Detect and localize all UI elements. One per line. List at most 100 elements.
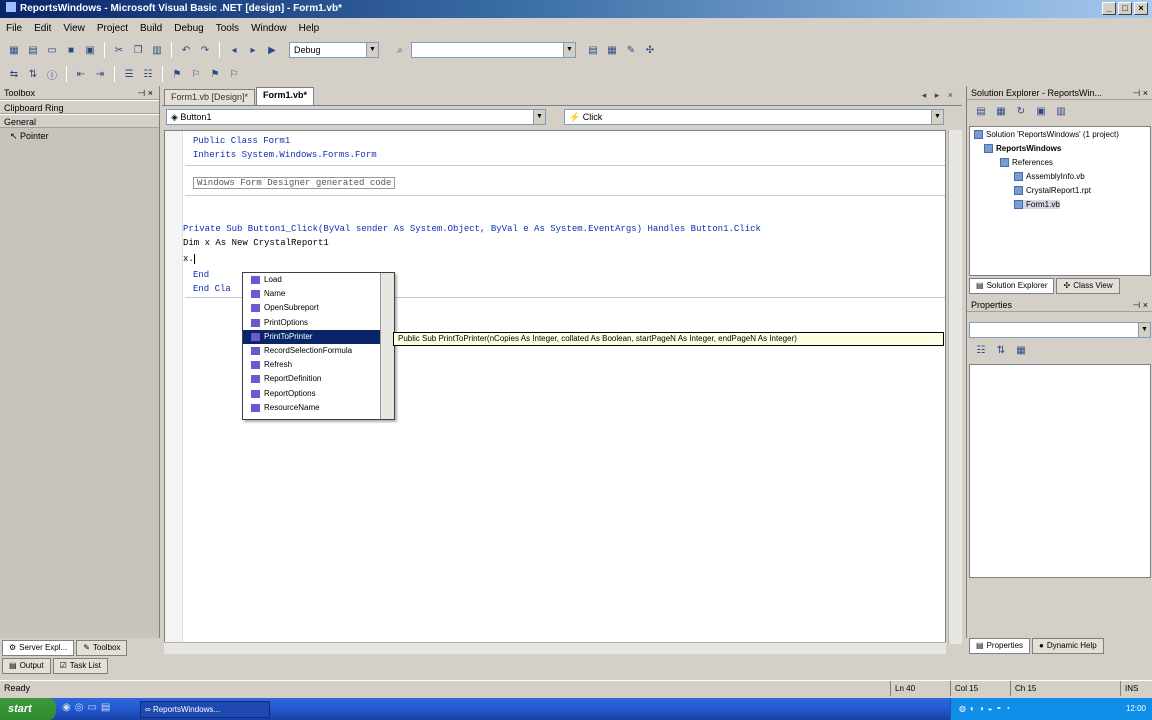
bookmark-next-icon[interactable]: ⚐: [188, 66, 204, 82]
list-members-icon[interactable]: ⇆: [6, 66, 22, 82]
menu-view[interactable]: View: [63, 23, 85, 34]
tree-node-references[interactable]: References: [1000, 158, 1053, 167]
tab-solution-explorer[interactable]: ▤ Solution Explorer: [969, 278, 1055, 294]
categorized-icon[interactable]: ☷: [973, 342, 989, 358]
solution-config-combo[interactable]: Debug ▼: [289, 42, 379, 58]
copy-icon[interactable]: ❐: [130, 42, 146, 58]
toolbox-section-clipboard[interactable]: Clipboard Ring: [0, 100, 159, 114]
list-item-selected[interactable]: PrintToPrinter: [243, 329, 394, 344]
collapsed-region[interactable]: Windows Form Designer generated code: [193, 177, 396, 189]
new-project-icon[interactable]: ▦: [6, 42, 22, 58]
save-all-icon[interactable]: ▣: [82, 42, 98, 58]
tab-task-list[interactable]: ☑ Task List: [52, 658, 108, 674]
class-name-combo[interactable]: ◈ Button1 ▼: [166, 109, 546, 125]
tab-class-view[interactable]: ✣ Class View: [1056, 278, 1120, 294]
parameter-info-icon[interactable]: ⇅: [25, 66, 41, 82]
ie-icon[interactable]: ◉: [62, 702, 71, 713]
redo-icon[interactable]: ↷: [197, 42, 213, 58]
undo-icon[interactable]: ↶: [178, 42, 194, 58]
tab-toolbox[interactable]: ✎ Toolbox: [76, 640, 128, 656]
menu-edit[interactable]: Edit: [34, 23, 51, 34]
toolbox-icon[interactable]: ✎: [623, 42, 639, 58]
list-item[interactable]: Name: [243, 287, 394, 301]
maximize-button[interactable]: □: [1118, 2, 1132, 15]
indent-icon[interactable]: ⇥: [92, 66, 108, 82]
property-grid[interactable]: [969, 364, 1151, 578]
bookmark-toggle-icon[interactable]: ⚑: [169, 66, 185, 82]
tree-node-file[interactable]: CrystalReport1.rpt: [1014, 186, 1091, 195]
vertical-scrollbar[interactable]: [948, 130, 962, 644]
properties-icon[interactable]: ▦: [604, 42, 620, 58]
tray-icons[interactable]: ◍◐◑◒◓◔: [959, 698, 1014, 720]
refresh-icon[interactable]: ↻: [1013, 103, 1029, 119]
menu-tools[interactable]: Tools: [216, 23, 239, 34]
toolbox-item-pointer[interactable]: ↖ Pointer: [0, 128, 159, 144]
start-button[interactable]: start: [0, 698, 56, 720]
property-pages-icon[interactable]: ▦: [1013, 342, 1029, 358]
list-item[interactable]: Load: [243, 273, 394, 287]
menu-help[interactable]: Help: [299, 23, 320, 34]
cut-icon[interactable]: ✂: [111, 42, 127, 58]
tab-dynamic-help[interactable]: ● Dynamic Help: [1032, 638, 1104, 654]
close-button[interactable]: ×: [1134, 2, 1148, 15]
method-name-combo[interactable]: ⚡ Click ▼: [564, 109, 944, 125]
menu-debug[interactable]: Debug: [174, 23, 203, 34]
class-view-icon[interactable]: ✣: [642, 42, 658, 58]
list-item[interactable]: Refresh: [243, 358, 394, 372]
list-item[interactable]: ReportDefinition: [243, 372, 394, 386]
bookmark-clear-icon[interactable]: ⚐: [226, 66, 242, 82]
list-item[interactable]: ResourceName: [243, 401, 394, 415]
list-item[interactable]: OpenSubreport: [243, 301, 394, 315]
alphabetical-icon[interactable]: ⇅: [993, 342, 1009, 358]
close-icon[interactable]: ⊣ ×: [1132, 298, 1148, 312]
solution-explorer-icon[interactable]: ▤: [585, 42, 601, 58]
open-icon[interactable]: ▭: [44, 42, 60, 58]
show-all-files-icon[interactable]: ▣: [1033, 103, 1049, 119]
intellisense-list[interactable]: Load Name OpenSubreport PrintOptions Pri…: [242, 272, 395, 420]
desktop-icon[interactable]: ▭: [87, 702, 96, 713]
tab-form-design[interactable]: Form1.vb [Design]*: [164, 89, 256, 105]
media-icon[interactable]: ◎: [75, 702, 84, 713]
paste-icon[interactable]: ▥: [149, 42, 165, 58]
tab-server-explorer[interactable]: ⚙ Server Expl...: [2, 640, 75, 656]
navigate-back-icon[interactable]: ◂: [226, 42, 242, 58]
tab-controls[interactable]: ◂ ▸ ×: [922, 90, 956, 101]
outdent-icon[interactable]: ⇤: [73, 66, 89, 82]
save-icon[interactable]: ■: [63, 42, 79, 58]
navigate-forward-icon[interactable]: ▸: [245, 42, 261, 58]
tree-node-project[interactable]: ReportsWindows: [984, 144, 1061, 153]
toolbox-section-general[interactable]: General: [0, 114, 159, 128]
menu-file[interactable]: File: [6, 23, 22, 34]
list-item[interactable]: PrintOptions: [243, 316, 394, 330]
taskbar-item-visual-studio[interactable]: ∞ ReportsWindows...: [140, 701, 270, 718]
object-selector-combo[interactable]: ▼: [969, 322, 1151, 338]
quick-info-icon[interactable]: ⓘ: [44, 66, 60, 82]
add-item-icon[interactable]: ▤: [25, 42, 41, 58]
bookmark-prev-icon[interactable]: ⚑: [207, 66, 223, 82]
tree-node-solution[interactable]: Solution 'ReportsWindows' (1 project): [974, 130, 1119, 139]
start-debug-icon[interactable]: ▶: [264, 42, 280, 58]
minimize-button[interactable]: _: [1102, 2, 1116, 15]
list-item[interactable]: RecordSelectionFormula: [243, 344, 394, 358]
menu-window[interactable]: Window: [251, 23, 287, 34]
find-icon[interactable]: ⌕: [392, 42, 408, 58]
view-code-icon[interactable]: ▤: [973, 103, 989, 119]
properties-icon[interactable]: ▥: [1053, 103, 1069, 119]
menu-build[interactable]: Build: [140, 23, 162, 34]
tab-properties[interactable]: ▤ Properties: [969, 638, 1031, 654]
find-combo[interactable]: ▼: [411, 42, 576, 58]
view-designer-icon[interactable]: ▦: [993, 103, 1009, 119]
pin-icon[interactable]: ⊣ ×: [137, 86, 153, 100]
uncomment-icon[interactable]: ☷: [140, 66, 156, 82]
tab-output[interactable]: ▤ Output: [2, 658, 51, 674]
tab-form-code[interactable]: Form1.vb*: [256, 87, 315, 105]
horizontal-scrollbar[interactable]: [164, 642, 946, 654]
tree-node-file[interactable]: AssemblyInfo.vb: [1014, 172, 1085, 181]
comment-icon[interactable]: ☰: [121, 66, 137, 82]
menu-project[interactable]: Project: [97, 23, 128, 34]
solution-tree[interactable]: Solution 'ReportsWindows' (1 project) Re…: [969, 126, 1151, 276]
close-icon[interactable]: ⊣ ×: [1132, 86, 1148, 100]
explorer-icon[interactable]: ▤: [101, 702, 110, 713]
tree-node-file[interactable]: Form1.vb: [1014, 200, 1060, 209]
list-item[interactable]: ReportOptions: [243, 387, 394, 401]
